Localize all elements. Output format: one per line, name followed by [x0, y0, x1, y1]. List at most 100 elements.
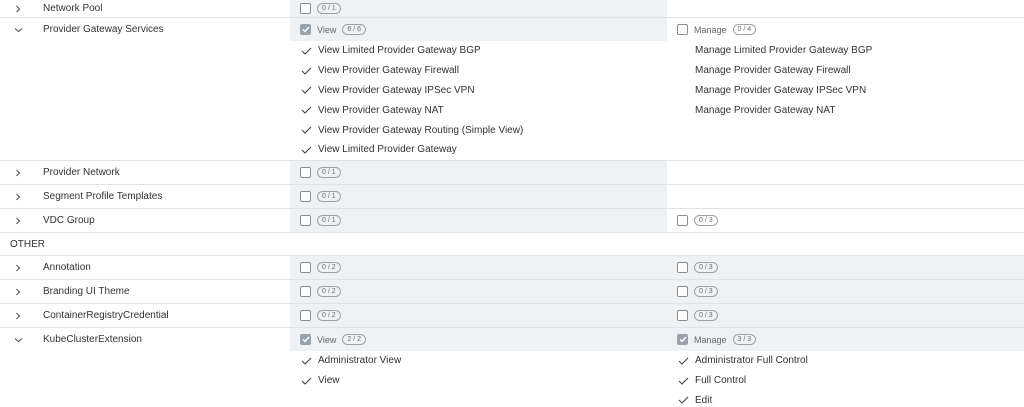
- view-cell: 0 / 2: [290, 256, 667, 279]
- view-checkbox[interactable]: [300, 215, 311, 226]
- view-count-badge: 0 / 1: [317, 191, 341, 202]
- view-checkbox[interactable]: [300, 3, 311, 14]
- view-count-badge: 0 / 2: [317, 286, 341, 297]
- view-checkbox[interactable]: [300, 286, 311, 297]
- permission-item: View Provider Gateway NAT: [301, 100, 523, 120]
- permission-item: View: [301, 371, 401, 391]
- rights-list: Network Pool 0 / 1 Provider Gateway Serv…: [0, 0, 1024, 407]
- view-count-badge: 0 / 1: [317, 215, 341, 226]
- checkmark-icon: [301, 67, 312, 75]
- manage-checkbox[interactable]: [677, 262, 688, 273]
- rights-row-branding-ui-theme: Branding UI Theme 0 / 2 0 / 3: [0, 280, 1024, 304]
- manage-cell: Manage 0 / 4: [667, 18, 1024, 41]
- permission-item: Manage Provider Gateway IPSec VPN: [695, 84, 867, 96]
- chevron-right-icon[interactable]: [11, 209, 25, 232]
- checkmark-icon: [301, 377, 312, 385]
- checkmark-icon: [301, 126, 312, 134]
- view-label: View: [317, 334, 337, 345]
- rights-row-vdc-group: VDC Group 0 / 1 0 / 3: [0, 209, 1024, 233]
- manage-count-badge: 0 / 3: [694, 286, 718, 297]
- manage-count-badge: 0 / 3: [694, 262, 718, 273]
- manage-checkbox[interactable]: [677, 24, 688, 35]
- view-cell: 0 / 1: [290, 209, 667, 232]
- manage-count-badge: 3 / 3: [732, 334, 757, 345]
- view-checkbox[interactable]: [300, 191, 311, 202]
- permission-item: Administrator Full Control: [678, 351, 808, 371]
- permission-item: Manage Limited Provider Gateway BGP: [695, 45, 873, 57]
- chevron-right-icon[interactable]: [11, 161, 25, 184]
- chevron-right-icon[interactable]: [11, 256, 25, 279]
- rights-row-kube-cluster-extension: KubeClusterExtension View 2 / 2 Manage 3…: [0, 328, 1024, 407]
- manage-checkbox[interactable]: [677, 286, 688, 297]
- view-label: View: [317, 24, 337, 35]
- view-cell: 0 / 1: [290, 185, 667, 208]
- checkmark-icon: [678, 377, 689, 385]
- manage-count-badge: 0 / 3: [694, 310, 718, 321]
- manage-permissions: Manage Limited Provider Gateway BGP Mana…: [695, 41, 872, 120]
- permission-item: View Provider Gateway Routing (Simple Vi…: [301, 120, 523, 140]
- view-checkbox[interactable]: [300, 24, 311, 35]
- manage-count-badge: 0 / 3: [694, 215, 718, 226]
- row-label: KubeClusterExtension: [43, 334, 142, 345]
- permission-item: Full Control: [678, 371, 808, 391]
- manage-cell: 0 / 3: [667, 280, 1024, 303]
- permission-list: View Limited Provider Gateway BGP View P…: [0, 41, 1024, 160]
- rights-row-provider-gateway-services: Provider Gateway Services View 6 / 6 Man…: [0, 18, 1024, 161]
- view-checkbox[interactable]: [300, 167, 311, 178]
- manage-label: Manage: [694, 24, 727, 35]
- chevron-right-icon[interactable]: [11, 304, 25, 327]
- view-checkbox[interactable]: [300, 262, 311, 273]
- rights-row-container-registry-credential: ContainerRegistryCredential 0 / 2 0 / 3: [0, 304, 1024, 328]
- view-count-badge: 2 / 2: [342, 334, 366, 345]
- view-count-badge: 0 / 2: [317, 262, 341, 273]
- checkmark-icon: [301, 86, 312, 95]
- row-label: Annotation: [43, 262, 91, 273]
- permission-item: Edit: [678, 391, 808, 407]
- row-label: Provider Gateway Services: [43, 24, 164, 35]
- view-cell: 0 / 1: [290, 161, 667, 184]
- permission-list: Administrator View View Administrator Fu…: [0, 351, 1024, 407]
- manage-cell: Manage 3 / 3: [667, 328, 1024, 351]
- view-count-badge: 0 / 1: [317, 3, 341, 14]
- chevron-right-icon[interactable]: [11, 185, 25, 208]
- permission-item: View Limited Provider Gateway: [301, 140, 523, 160]
- checkmark-icon: [301, 357, 312, 365]
- manage-cell: 0 / 3: [667, 256, 1024, 279]
- row-label: VDC Group: [43, 215, 95, 226]
- view-count-badge: 6 / 6: [342, 24, 366, 35]
- chevron-down-icon[interactable]: [11, 18, 25, 41]
- permission-item: Manage Provider Gateway NAT: [695, 104, 836, 116]
- view-count-badge: 0 / 2: [317, 310, 341, 321]
- rights-row-segment-profile-templates: Segment Profile Templates 0 / 1: [0, 185, 1024, 209]
- rights-row-network-pool: Network Pool 0 / 1: [0, 0, 1024, 18]
- row-label: Branding UI Theme: [43, 286, 130, 297]
- section-header-other: OTHER: [0, 233, 1024, 256]
- view-checkbox[interactable]: [300, 334, 311, 345]
- manage-checkbox[interactable]: [677, 215, 688, 226]
- view-permissions: Administrator View View: [301, 351, 401, 391]
- checkmark-icon: [678, 396, 689, 405]
- checkmark-icon: [301, 47, 312, 55]
- row-label: Segment Profile Templates: [43, 191, 163, 202]
- manage-label: Manage: [694, 334, 727, 345]
- chevron-down-icon[interactable]: [11, 328, 25, 351]
- view-checkbox[interactable]: [300, 310, 311, 321]
- permission-item: Manage Provider Gateway Firewall: [695, 65, 851, 77]
- view-permissions: View Limited Provider Gateway BGP View P…: [301, 41, 523, 160]
- chevron-right-icon[interactable]: [11, 280, 25, 303]
- row-label: ContainerRegistryCredential: [43, 310, 169, 321]
- manage-checkbox[interactable]: [677, 310, 688, 321]
- checkmark-icon: [678, 357, 689, 365]
- checkmark-icon: [301, 106, 312, 115]
- permission-item: View Provider Gateway IPSec VPN: [301, 81, 523, 101]
- permission-item: View Limited Provider Gateway BGP: [301, 41, 523, 61]
- manage-checkbox[interactable]: [677, 334, 688, 345]
- view-cell: 0 / 2: [290, 304, 667, 327]
- manage-cell: 0 / 3: [667, 209, 1024, 232]
- chevron-right-icon[interactable]: [11, 0, 25, 17]
- view-cell: 0 / 2: [290, 280, 667, 303]
- manage-cell: 0 / 3: [667, 304, 1024, 327]
- view-count-badge: 0 / 1: [317, 167, 341, 178]
- row-label: Provider Network: [43, 167, 120, 178]
- rights-row-annotation: Annotation 0 / 2 0 / 3: [0, 256, 1024, 280]
